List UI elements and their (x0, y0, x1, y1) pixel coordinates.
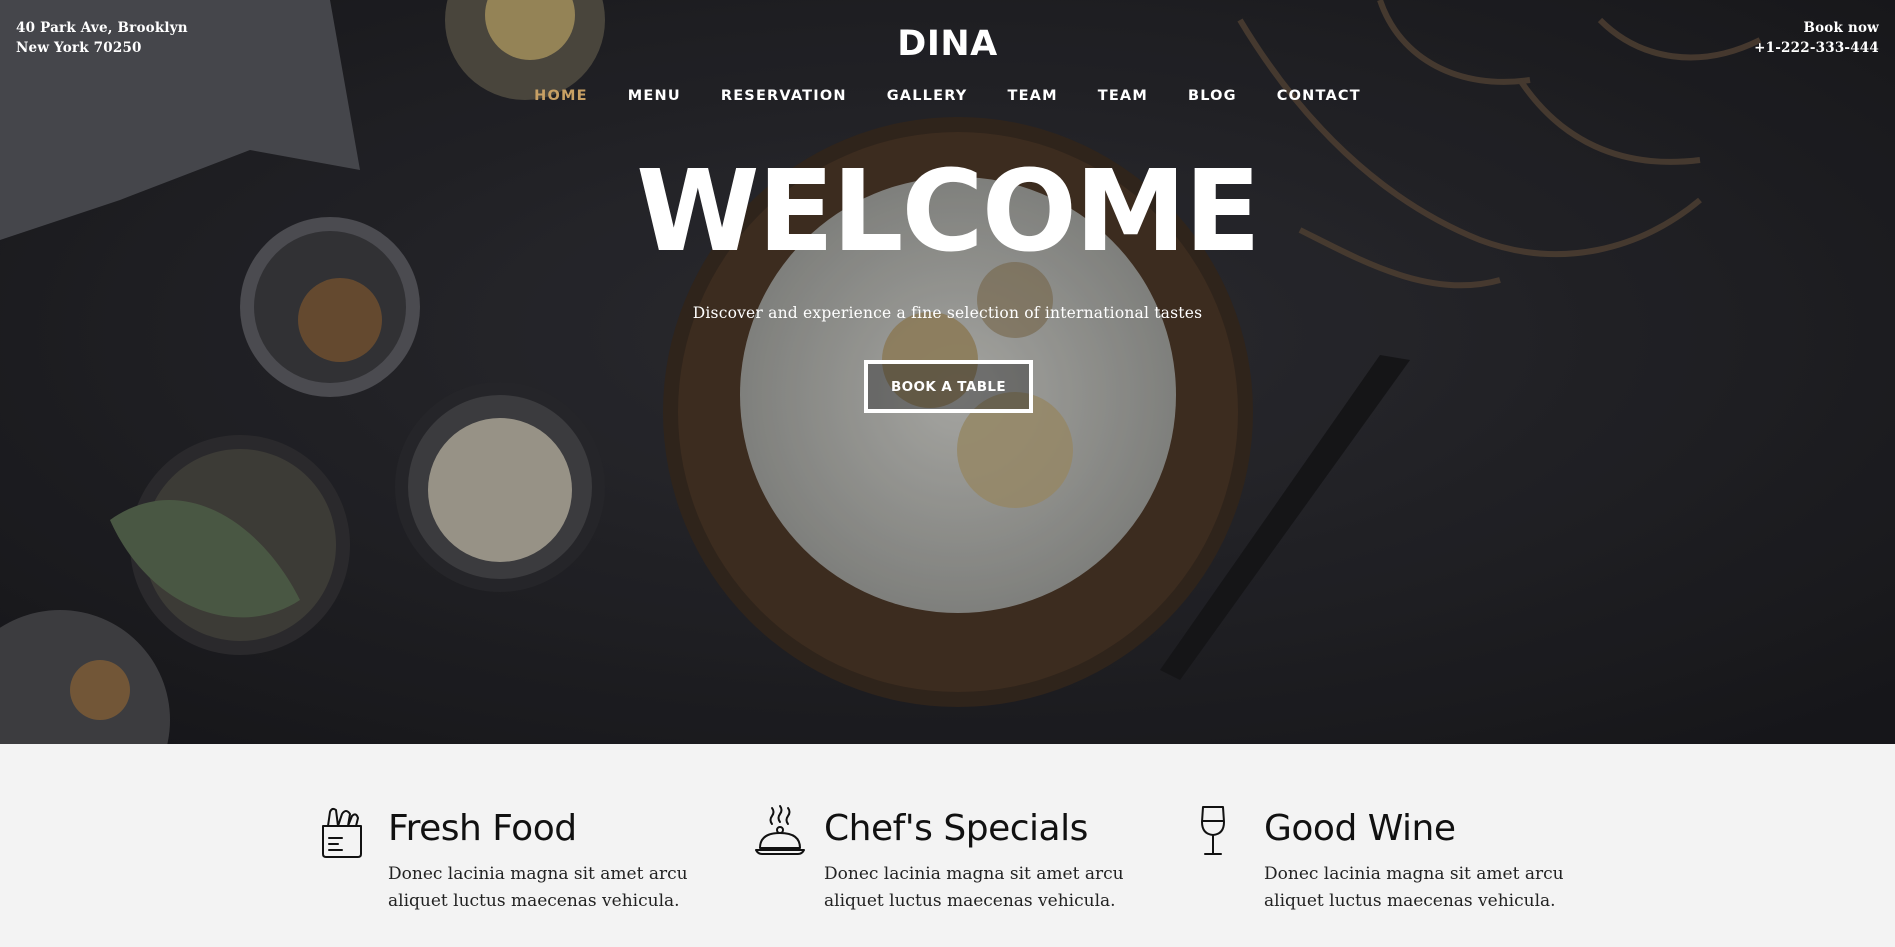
feature-title: Good Wine (1264, 808, 1456, 849)
nav-item-home[interactable]: HOME (514, 86, 608, 106)
site-logo[interactable]: DINA (897, 24, 997, 64)
cloche-icon (754, 804, 806, 860)
hero-subtitle: Discover and experience a fine selection… (692, 304, 1203, 322)
nav-item-blog[interactable]: BLOG (1168, 86, 1257, 106)
hero-section: 40 Park Ave, Brooklyn New York 70250 Boo… (0, 0, 1895, 744)
site-logo-wrapper: DINA (0, 22, 1895, 66)
hero-title: WELCOME (636, 147, 1261, 277)
feature-text: Donec lacinia magna sit amet arcu alique… (388, 864, 688, 911)
nav-item-gallery[interactable]: GALLERY (867, 86, 988, 106)
main-nav: HOME MENU RESERVATION GALLERY TEAM TEAM … (0, 86, 1895, 106)
book-a-table-button[interactable]: BOOK A TABLE (864, 360, 1033, 413)
nav-item-contact[interactable]: CONTACT (1257, 86, 1381, 106)
grocery-bag-icon (320, 804, 364, 860)
feature-text: Donec lacinia magna sit amet arcu alique… (1264, 864, 1564, 911)
feature-title: Fresh Food (388, 808, 577, 849)
features-section: Fresh Food Donec lacinia magna sit amet … (0, 744, 1895, 947)
nav-item-team-2[interactable]: TEAM (1078, 86, 1168, 106)
nav-item-reservation[interactable]: RESERVATION (701, 86, 867, 106)
wine-glass-icon (1196, 804, 1230, 860)
feature-title: Chef's Specials (824, 808, 1088, 849)
feature-text: Donec lacinia magna sit amet arcu alique… (824, 864, 1124, 911)
nav-item-team[interactable]: TEAM (987, 86, 1077, 106)
nav-item-menu[interactable]: MENU (608, 86, 701, 106)
